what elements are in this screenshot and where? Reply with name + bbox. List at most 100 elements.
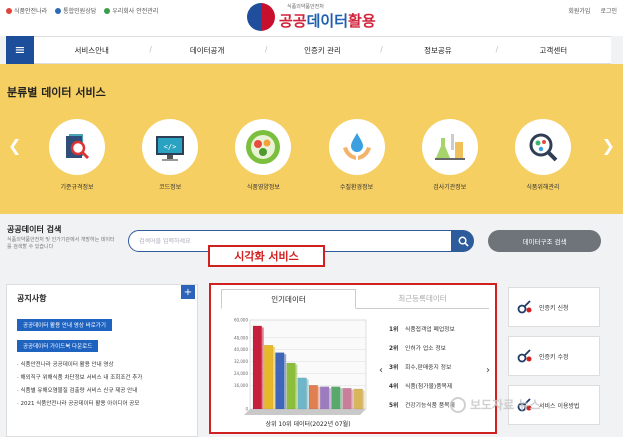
rank-number: 5위 — [389, 403, 399, 409]
bar — [308, 385, 318, 410]
y-tick-label: 48,000 — [234, 335, 248, 340]
rank-number: 2위 — [389, 346, 399, 352]
notice-video-link[interactable]: 공공데이터 활용 안내 영상 바로가기 — [17, 319, 112, 331]
notice-panel: 공지사항 + 공공데이터 활용 안내 영상 바로가기 공공데이터 가이드북 다운… — [6, 284, 198, 437]
visualization-caption: 시각화 서비스 — [208, 245, 325, 267]
key-request-link[interactable]: 인증키 신청 — [508, 287, 600, 327]
bar-side — [284, 354, 287, 409]
rank-row[interactable]: 2위 인허가 업소 정보 — [389, 338, 493, 357]
notice-title: 공지사항 — [17, 294, 47, 303]
nav-item-data-open[interactable]: 데이터공개 — [149, 45, 264, 56]
food-plate-icon — [246, 130, 281, 164]
svg-text:</>: </> — [164, 143, 177, 151]
main-nav: ≡ 서비스안내 데이터공개 인증키 관리 정보공유 고객센터 — [6, 36, 611, 64]
search-title: 공공데이터 검색 — [7, 225, 62, 234]
plus-icon: + — [183, 286, 193, 298]
water-hands-icon — [342, 133, 371, 160]
category-label: 식품위해관리 — [526, 184, 560, 191]
rank-name: 건강기능식품 품목제 — [405, 403, 455, 409]
bar-side — [317, 386, 320, 409]
bar-side — [261, 327, 264, 409]
monitor-code-icon: </> — [156, 136, 185, 161]
bar — [286, 362, 296, 410]
bar — [353, 388, 363, 410]
top-bar: 식품안전나라 통합민원상담 우리회사 안전관리 식품의약품안전처 공공데이터활용… — [0, 0, 623, 36]
search-icon — [458, 236, 469, 247]
lab-flask-icon — [434, 134, 465, 160]
utility-links: 식품안전나라 통합민원상담 우리회사 안전관리 — [6, 6, 158, 15]
account-links: 회원가입 로그인 — [568, 6, 617, 15]
bar-side — [272, 346, 275, 409]
nav-item-customer-center[interactable]: 고객센터 — [496, 45, 611, 56]
category-label: 코드정보 — [159, 184, 182, 191]
bar-chart: 0 16,000 24,000 32,000 40,000 48,000 60,000 상위 … — [234, 318, 367, 428]
chart-floor — [244, 409, 366, 415]
magnifier-document-icon — [66, 134, 90, 160]
notice-list: 식품안전나라 공공데이터 활용 안내 영상 해외직구 위해식품 차단정보 서비스… — [17, 359, 195, 411]
logo-title: 공공데이터활용 — [279, 12, 376, 30]
rank-number: 3위 — [389, 365, 399, 371]
category-item-hazard[interactable]: 식품위해관리 — [506, 119, 580, 191]
tab-recent-data[interactable]: 최근등록데이터 — [356, 289, 489, 308]
list-item[interactable]: 해외직구 위해식품 차단정보 서비스 내 조회조건 추가 — [17, 372, 195, 385]
bar-side — [340, 388, 343, 409]
tab-popular-data[interactable]: 인기데이터 — [221, 289, 356, 309]
site-logo[interactable]: 식품의약품안전처 공공데이터활용 — [247, 2, 376, 31]
category-item-standards[interactable]: 기준규격정보 — [40, 119, 114, 191]
category-label: 식품영양정보 — [246, 184, 280, 191]
complaint-icon — [55, 7, 62, 14]
notice-more-button[interactable]: + — [181, 285, 195, 299]
search-button[interactable] — [452, 230, 474, 252]
rank-row[interactable]: 3위 회수,판매중지 정보 — [389, 357, 493, 376]
side-link-label: 인증키 신청 — [539, 304, 569, 312]
data-structure-search-button[interactable]: 데이터구조 검색 — [488, 230, 601, 252]
bar — [319, 386, 330, 410]
category-section: 분류별 데이터 서비스 ❮ ❯ 기준규격정보 </> 코드정보 식품영양정보 수… — [0, 64, 623, 214]
bar — [264, 345, 274, 410]
login-link[interactable]: 로그인 — [600, 6, 617, 15]
list-item[interactable]: 2021 식품안전나라 공공데이터 활용 아이디어 공모 — [17, 398, 195, 411]
category-title: 분류별 데이터 서비스 — [7, 86, 106, 99]
list-item[interactable]: 식품별 유해오염물질 검출량 서비스 신규 제공 안내 — [17, 385, 195, 398]
nav-item-service-guide[interactable]: 서비스안내 — [34, 45, 149, 56]
hamburger-menu-button[interactable]: ≡ — [6, 36, 34, 64]
side-link-label: 인증키 수정 — [539, 353, 569, 361]
category-item-nutrition[interactable]: 식품영양정보 — [226, 119, 300, 191]
rank-name: 식품접객업 폐업정보 — [405, 327, 455, 333]
list-item[interactable]: 식품안전나라 공공데이터 활용 안내 영상 — [17, 359, 195, 372]
signup-link[interactable]: 회원가입 — [568, 6, 590, 15]
utility-link-complaint[interactable]: 통합민원상담 — [55, 6, 96, 15]
rank-row[interactable]: 1위 식품접객업 폐업정보 — [389, 319, 493, 338]
rank-name: 인허가 업소 정보 — [405, 346, 447, 352]
utility-link-company-safety[interactable]: 우리회사 안전관리 — [104, 6, 158, 15]
bar-side — [328, 388, 331, 409]
notice-guidebook-link[interactable]: 공공데이터 가이드북 다운로드 — [17, 340, 99, 352]
search-description: 식품의약품안전처 및 인가기관에서 개방하는 데이터를 검색할 수 있습니다 — [7, 237, 115, 250]
logo-subtitle: 식품의약품안전처 — [287, 4, 324, 10]
bar-side — [351, 389, 354, 409]
rank-prev-button[interactable]: ‹ — [379, 365, 383, 376]
carousel-next-button[interactable]: ❯ — [602, 136, 615, 155]
category-item-lab[interactable]: 검사기관정보 — [413, 119, 487, 191]
category-item-water[interactable]: 수질환경정보 — [320, 119, 394, 191]
nav-item-info-share[interactable]: 정보공유 — [380, 45, 495, 56]
bacteria-magnifier-icon — [529, 133, 558, 162]
bar-side — [362, 390, 365, 409]
carousel-prev-button[interactable]: ❮ — [8, 136, 21, 155]
category-label: 검사기관정보 — [433, 184, 467, 191]
rank-number: 4위 — [389, 384, 399, 390]
rank-row[interactable]: 4위 식품(첨가물)품목제 — [389, 376, 493, 395]
nav-item-key-management[interactable]: 인증키 관리 — [265, 45, 380, 56]
y-tick-label: 24,000 — [234, 371, 248, 376]
utility-link-foodsafety[interactable]: 식품안전나라 — [6, 6, 47, 15]
x-axis-label: 상위 10위 데이터(2022년 07월) — [265, 420, 350, 428]
key-request-icon — [517, 300, 532, 314]
key-edit-link[interactable]: 인증키 수정 — [508, 336, 600, 376]
y-tick-label: 0 — [245, 407, 248, 412]
watermark: 보도자료 뉴스 — [450, 396, 540, 413]
bar-side — [295, 364, 298, 409]
search-input[interactable] — [139, 237, 451, 245]
bar-side — [306, 379, 309, 409]
category-item-code[interactable]: </> 코드정보 — [133, 119, 207, 191]
y-tick-label: 60,000 — [234, 318, 248, 323]
